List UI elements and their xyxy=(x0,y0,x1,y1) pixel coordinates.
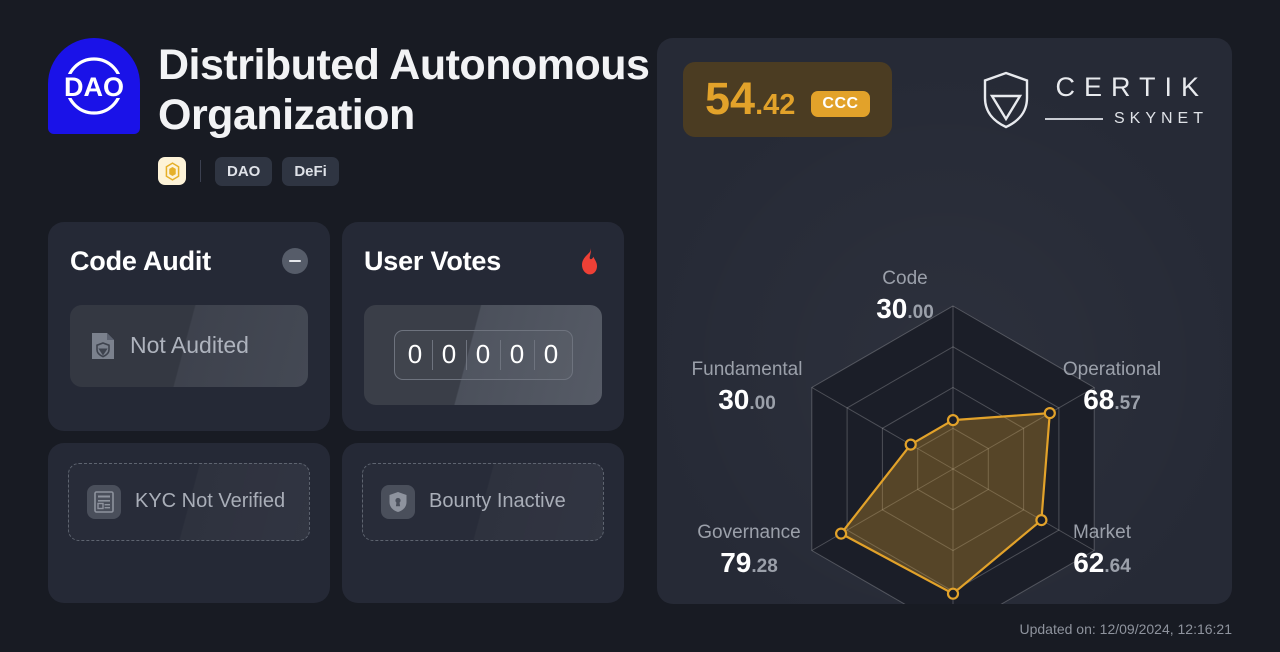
bounty-label: Bounty Inactive xyxy=(429,490,566,513)
axis-value: 30.00 xyxy=(876,292,934,324)
radar-chart: Code 30.00 Operational 68.57 Market 62.6… xyxy=(657,137,1232,604)
axis-label-governance: Governance 79.28 xyxy=(677,521,821,580)
axis-value: 79.28 xyxy=(720,546,778,578)
axis-label-code: Code 30.00 xyxy=(853,267,957,326)
project-logo: DAO xyxy=(48,38,140,134)
axis-label-market: Market 62.64 xyxy=(1047,521,1157,580)
axis-value: 30.00 xyxy=(718,383,776,415)
user-votes-title: User Votes xyxy=(364,245,502,276)
axis-name: Fundamental xyxy=(691,359,803,380)
skynet-wordmark: SKYNET xyxy=(1113,109,1208,127)
id-card-icon xyxy=(87,484,121,519)
code-audit-status-label: Not Audited xyxy=(130,332,249,359)
card-kyc: KYC Not Verified xyxy=(48,442,330,603)
project-title-line1: Distributed Autonomous xyxy=(158,41,650,89)
card-code-audit: Code Audit Not Audited xyxy=(48,221,330,431)
user-votes-header: User Votes xyxy=(364,246,602,277)
security-score-badge[interactable]: 54 .42 CCC xyxy=(683,62,892,137)
axis-value: 68.57 xyxy=(1083,383,1141,415)
certik-skynet-logo: CERTIK SKYNET xyxy=(981,70,1208,130)
axis-name: Governance xyxy=(697,522,801,543)
odometer-digit: 0 xyxy=(475,339,491,370)
shield-icon xyxy=(381,484,415,519)
certik-rule xyxy=(1044,117,1103,120)
code-audit-title: Code Audit xyxy=(70,245,211,276)
skynet-score-panel: 54 .42 CCC CERTIK SKYNET Code 30.00 Oper… xyxy=(657,38,1232,604)
axis-label-operational: Operational 68.57 xyxy=(1043,358,1181,417)
kyc-status: KYC Not Verified xyxy=(68,462,310,541)
status-badge: CCC xyxy=(811,91,870,117)
updated-timestamp: Updated on: 12/09/2024, 12:16:21 xyxy=(1019,621,1232,637)
odometer-digits: 0 0 0 0 0 xyxy=(393,329,573,380)
page-title: Distributed Autonomous Organization xyxy=(158,40,650,141)
project-header: DAO Distributed Autonomous Organization xyxy=(48,38,660,186)
flame-icon xyxy=(582,247,597,275)
certik-wordmark: CERTIK xyxy=(1055,71,1208,102)
bnb-chain-icon[interactable] xyxy=(158,157,186,186)
tag-row: DAO DeFi xyxy=(158,156,649,186)
minus-circle-icon[interactable] xyxy=(282,248,308,275)
bounty-status: Bounty Inactive xyxy=(362,462,604,541)
code-audit-status: Not Audited xyxy=(70,304,308,387)
left-column: DAO Distributed Autonomous Organization xyxy=(48,38,660,603)
tag-dao[interactable]: DAO xyxy=(215,156,273,186)
axis-name: Code xyxy=(882,268,928,289)
odometer-digit: 0 xyxy=(407,339,423,370)
score-decimal: .42 xyxy=(755,89,796,121)
document-shield-icon xyxy=(92,332,114,359)
card-user-votes: User Votes 0 0 0 0 0 xyxy=(342,221,624,431)
card-bounty: Bounty Inactive xyxy=(342,442,624,603)
score-value: 54 xyxy=(705,73,756,124)
project-title-line2: Organization xyxy=(158,91,415,140)
tag-divider xyxy=(200,160,201,183)
axis-label-fundamental: Fundamental 30.00 xyxy=(671,358,823,417)
axis-name: Operational xyxy=(1062,359,1162,380)
odometer-digit: 0 xyxy=(509,339,525,370)
axis-name: Market xyxy=(1072,522,1132,543)
user-votes-odometer: 0 0 0 0 0 xyxy=(364,304,602,405)
kyc-label: KYC Not Verified xyxy=(135,490,286,513)
tag-defi[interactable]: DeFi xyxy=(282,156,339,186)
odometer-digit: 0 xyxy=(543,339,559,370)
status-cards: Code Audit Not Audited User Votes 0 0 0 … xyxy=(48,221,660,603)
code-audit-header: Code Audit xyxy=(70,246,308,277)
title-block: Distributed Autonomous Organization DAO … xyxy=(158,38,650,186)
skynet-project-page: DAO Distributed Autonomous Organization xyxy=(0,0,1280,652)
svg-text:DAO: DAO xyxy=(64,72,124,102)
odometer-digit: 0 xyxy=(441,339,457,370)
certik-shield-icon xyxy=(983,71,1029,128)
axis-value: 62.64 xyxy=(1073,546,1131,578)
panel-header: 54 .42 CCC CERTIK SKYNET xyxy=(657,38,1232,137)
